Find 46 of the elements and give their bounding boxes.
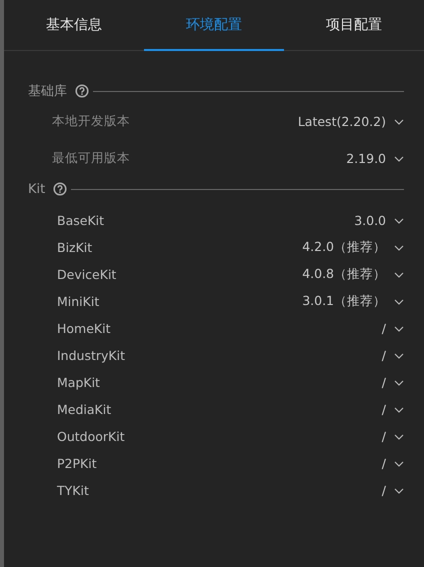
caret-icon (394, 352, 404, 358)
version-select[interactable]: / (382, 402, 404, 417)
caret-icon (394, 326, 404, 332)
version-select[interactable]: 3.0.0 (354, 213, 404, 228)
version-select[interactable]: / (382, 348, 404, 363)
tab[interactable]: 环境配置 (144, 0, 284, 51)
setting-label: 本地开发版本 (52, 113, 130, 130)
version-select[interactable]: 4.0.8（推荐） (302, 266, 404, 283)
setting-label: BaseKit (57, 213, 104, 228)
setting-label: HomeKit (57, 321, 110, 336)
caret-icon (394, 434, 404, 440)
help-icon[interactable] (75, 84, 89, 98)
setting-label: IndustryKit (57, 348, 125, 363)
version-select[interactable]: / (382, 429, 404, 444)
section-title: Kit (28, 182, 46, 196)
version-select[interactable]: 3.0.1（推荐） (302, 293, 404, 310)
caret-icon (394, 218, 404, 224)
caret-icon (394, 156, 404, 162)
setting-label: OutdoorKit (57, 429, 125, 444)
setting-label: DeviceKit (57, 267, 116, 282)
version-select[interactable]: Latest(2.20.2) (298, 114, 404, 129)
setting-label: MapKit (57, 375, 100, 390)
caret-icon (394, 272, 404, 278)
setting-label: P2PKit (57, 456, 97, 471)
caret-icon (394, 380, 404, 386)
caret-icon (394, 298, 404, 304)
setting-label: MiniKit (57, 294, 100, 309)
setting-label: BizKit (57, 240, 92, 255)
caret-icon (394, 406, 404, 412)
version-select[interactable]: 2.19.0 (346, 151, 404, 166)
setting-label: MediaKit (57, 402, 112, 417)
section-title: 基础库 (28, 83, 67, 100)
tab[interactable]: 基本信息 (4, 0, 144, 51)
caret-icon (394, 488, 404, 494)
version-select[interactable]: / (382, 483, 404, 498)
setting-label: 最低可用版本 (52, 150, 130, 167)
version-select[interactable]: / (382, 321, 404, 336)
version-select[interactable]: 4.2.0（推荐） (302, 239, 404, 256)
setting-label: TYKit (57, 483, 89, 498)
version-select[interactable]: / (382, 375, 404, 390)
tab[interactable]: 项目配置 (284, 0, 424, 51)
caret-icon (394, 118, 404, 124)
caret-icon (394, 460, 404, 466)
caret-icon (394, 244, 404, 250)
help-icon[interactable] (53, 182, 68, 196)
version-select[interactable]: / (382, 456, 404, 471)
